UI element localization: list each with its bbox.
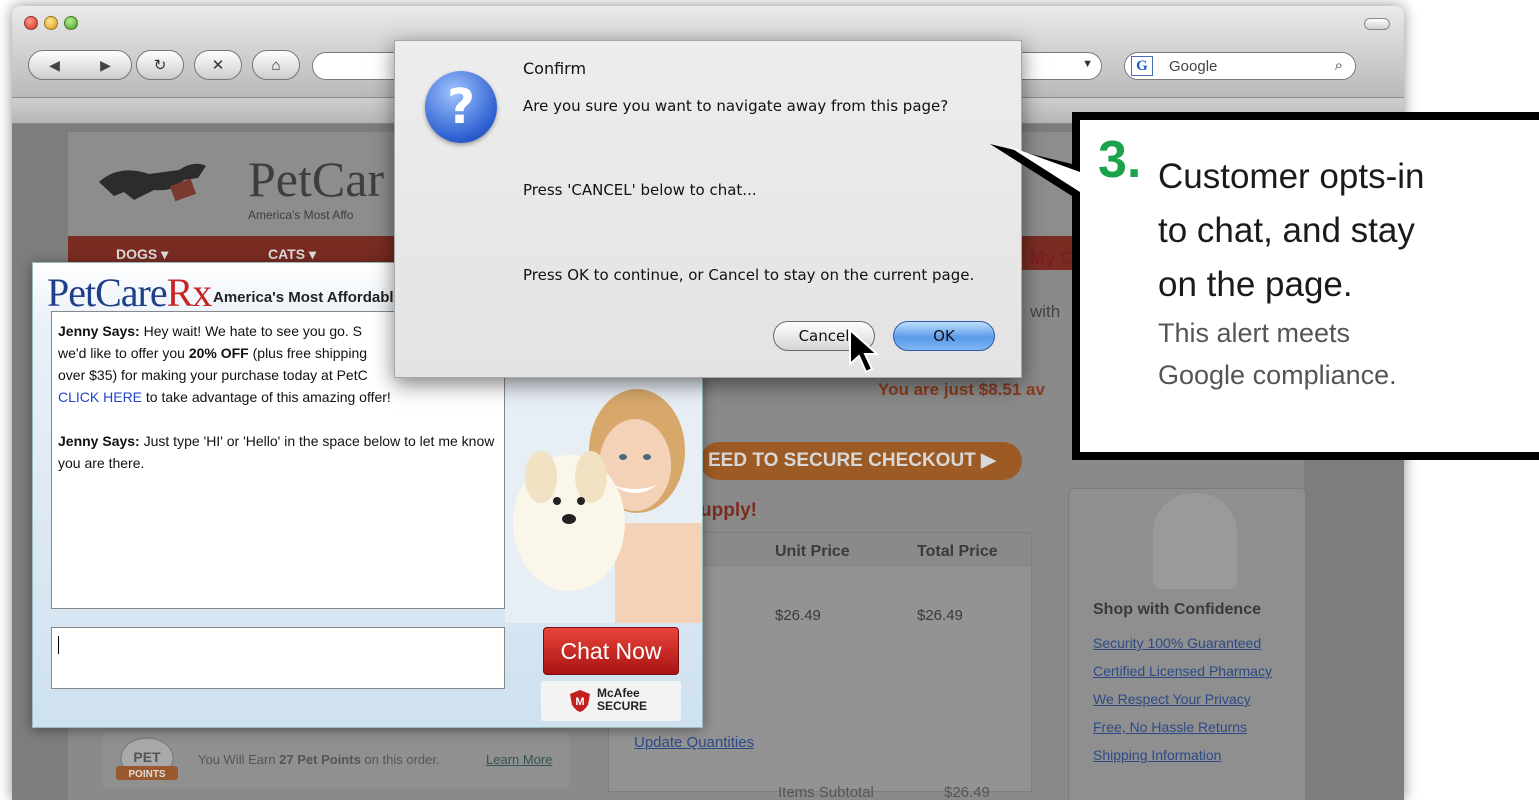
message-text-d: over $35) for making your purchase today… [58, 367, 368, 383]
back-arrow-icon[interactable]: ◀ [29, 57, 80, 74]
chat-message: Jenny Says: Just type 'HI' or 'Hello' in… [58, 430, 498, 474]
chat-tagline: America's Most Affordabl [213, 289, 394, 306]
dialog-message-chat: Press 'CANCEL' below to chat... [523, 181, 757, 199]
question-icon: ? [425, 71, 497, 143]
callout-text: Customer opts-in to chat, and stay on th… [1158, 150, 1528, 396]
pharmacy-link[interactable]: Certified Licensed Pharmacy [1093, 663, 1272, 679]
shipping-link[interactable]: Shipping Information [1093, 747, 1221, 763]
points-text-after: on this order. [360, 752, 440, 767]
message-text-a: Hey wait! We hate to see you go. S [139, 323, 363, 339]
home-button[interactable]: ⌂ [252, 50, 300, 80]
dialog-message-continue: Press OK to continue, or Cancel to stay … [523, 266, 975, 284]
chat-now-button[interactable]: Chat Now [543, 627, 679, 675]
reload-icon: ↻ [153, 57, 167, 74]
zoom-window-button[interactable] [64, 16, 78, 30]
returns-link[interactable]: Free, No Hassle Returns [1093, 719, 1247, 735]
callout-line-3: on the page. [1158, 265, 1353, 304]
shop-confidence-box: Shop with Confidence Security 100% Guara… [1068, 488, 1306, 800]
nav-cats[interactable]: CATS ▾ [268, 246, 316, 263]
chat-logo-rx: Rx [166, 270, 213, 315]
points-text-bold: 27 Pet Points [279, 752, 361, 767]
home-icon: ⌂ [271, 56, 281, 74]
close-window-button[interactable] [24, 16, 38, 30]
stop-icon: ✕ [211, 57, 225, 74]
message-speaker: Jenny Says: [58, 323, 140, 339]
security-link[interactable]: Security 100% Guaranteed [1093, 635, 1261, 651]
svg-text:M: M [575, 696, 584, 708]
reload-button[interactable]: ↻ [136, 50, 184, 80]
total-price-header: Total Price [917, 543, 998, 560]
message-text-b: we'd like to offer you [58, 345, 189, 361]
pet-points-text: You Will Earn 27 Pet Points on this orde… [198, 752, 440, 767]
points-text-before: You Will Earn [198, 752, 280, 767]
site-tagline: America's Most Affo [248, 208, 354, 222]
search-icon[interactable]: ⌕ [1335, 57, 1343, 74]
message-text-c: (plus free shipping [248, 345, 368, 361]
shop-confidence-title: Shop with Confidence [1093, 601, 1261, 618]
callout-line-1: Customer opts-in [1158, 157, 1425, 196]
pet-badge-bottom-text: POINTS [128, 769, 166, 780]
callout-line-2: to chat, and stay [1158, 211, 1415, 250]
dialog-message-navigate: Are you sure you want to navigate away f… [523, 97, 949, 115]
items-subtotal-label: Items Subtotal [778, 784, 874, 800]
dropdown-icon[interactable]: ▼ [1082, 58, 1093, 70]
chat-logo-main: PetCare [47, 270, 168, 315]
message-speaker: Jenny Says: [58, 433, 140, 449]
message-text-e: to take advantage of this amazing offer! [142, 389, 391, 405]
update-quantities-link[interactable]: Update Quantities [634, 734, 754, 751]
message-discount: 20% OFF [188, 345, 249, 361]
mcafee-text: McAfee SECURE [597, 687, 647, 713]
pet-badge-top-text: PET [133, 749, 161, 765]
confirm-dialog: ? Confirm Are you sure you want to navig… [394, 40, 1022, 378]
site-logo[interactable]: PetCar [248, 150, 384, 208]
click-here-link[interactable]: CLICK HERE [58, 389, 142, 405]
back-forward-buttons: ◀ ▶ [28, 50, 132, 80]
pet-points-bar: PET POINTS You Will Earn 27 Pet Points o… [102, 732, 570, 788]
learn-more-link[interactable]: Learn More [486, 752, 552, 767]
search-placeholder: Google [1169, 57, 1218, 75]
callout-step-number: 3. [1098, 131, 1142, 189]
mouse-pointer-icon [849, 328, 880, 374]
pet-points-badge-icon: PET POINTS [116, 737, 178, 780]
callout-sub-1: This alert meets [1158, 318, 1351, 348]
unit-price-header: Unit Price [775, 543, 850, 560]
search-field[interactable]: G Google ⌕ [1124, 52, 1356, 80]
supply-heading: upply! [700, 500, 757, 521]
toolbar-toggle-button[interactable] [1364, 18, 1390, 30]
ok-button[interactable]: OK [893, 321, 995, 351]
chat-logo: PetCareRx [47, 269, 213, 316]
privacy-link[interactable]: We Respect Your Privacy [1093, 691, 1251, 707]
stop-button[interactable]: ✕ [194, 50, 242, 80]
mcafee-line1: McAfee [597, 686, 640, 700]
forward-arrow-icon[interactable]: ▶ [80, 57, 131, 74]
unit-price-value: $26.49 [775, 607, 821, 624]
dog-logo-icon [99, 163, 206, 202]
total-price-value: $26.49 [917, 607, 963, 624]
callout-sub-2: Google compliance. [1158, 360, 1397, 390]
mcafee-line2: SECURE [597, 699, 648, 713]
dialog-title: Confirm [523, 59, 587, 78]
minimize-window-button[interactable] [44, 16, 58, 30]
text-caret [58, 636, 59, 654]
google-logo-icon[interactable]: G [1131, 56, 1153, 76]
mcafee-secure-badge[interactable]: M McAfee SECURE [541, 681, 681, 721]
items-subtotal-value: $26.49 [944, 784, 990, 800]
chat-input[interactable] [51, 627, 505, 689]
agent-photo [505, 373, 702, 623]
secure-checkout-button[interactable]: EED TO SECURE CHECKOUT ▶ [700, 442, 1022, 480]
mcafee-shield-icon: M [570, 690, 590, 712]
nav-dogs[interactable]: DOGS ▾ [116, 246, 168, 263]
doctor-image [1153, 493, 1237, 589]
